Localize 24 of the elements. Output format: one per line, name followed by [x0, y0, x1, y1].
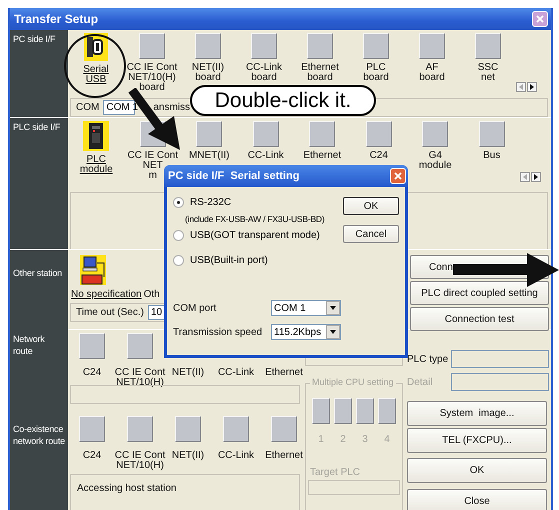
- section-label: Other station: [13, 267, 63, 279]
- plc-type-label: PLC type: [407, 354, 448, 364]
- covered-label: ansmiss: [153, 102, 190, 113]
- dialog-title: PC side I/F Serial setting: [168, 170, 300, 182]
- com-label: COM: [76, 102, 100, 113]
- section-label: PLC side I/F: [13, 121, 62, 133]
- detail-label: Detail: [407, 376, 433, 388]
- section-label: Network route: [13, 333, 46, 357]
- group-legend: Multiple CPU setting: [310, 377, 396, 387]
- covered-label: Oth: [144, 289, 160, 300]
- slot-number: 1: [318, 434, 324, 445]
- callout-bubble: Double-click it.: [190, 85, 376, 116]
- target-plc-label: Target PLC: [310, 467, 360, 478]
- slot-number: 3: [362, 434, 368, 445]
- slot-number: 2: [340, 434, 346, 445]
- field-label: Transmission speed: [173, 326, 264, 338]
- slot-number: 4: [384, 434, 390, 445]
- section-label: PC side I/F: [13, 33, 56, 45]
- section-label: Co-existence network route: [13, 423, 66, 447]
- window-title: Transfer Setup: [14, 12, 98, 26]
- field-label: COM port: [173, 302, 218, 314]
- status-text: Accessing host station: [77, 483, 176, 494]
- timeout-label: Time out (Sec.): [76, 307, 144, 318]
- option-note: (include FX-USB-AW / FX3U-USB-BD): [185, 214, 324, 224]
